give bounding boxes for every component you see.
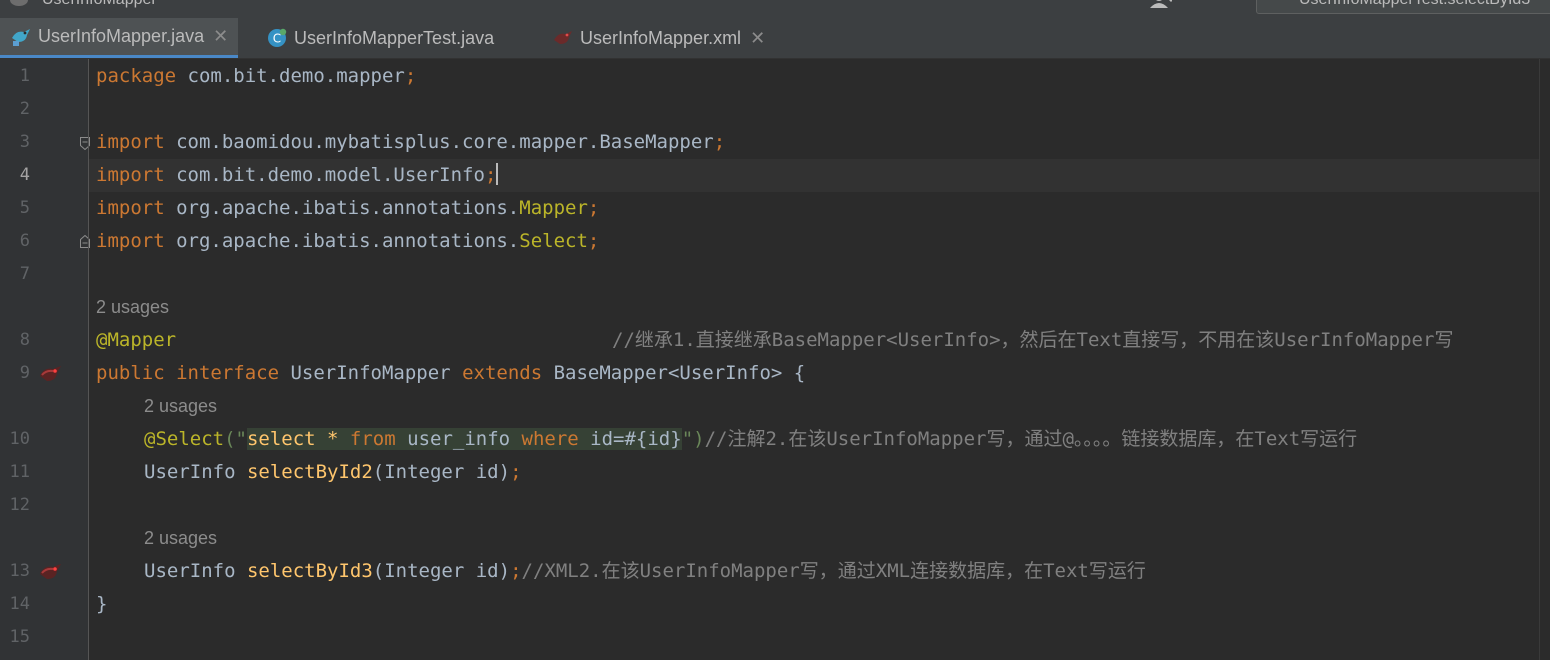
keyword: import [96, 230, 165, 252]
tab-usermapper-java[interactable]: UserInfoMapper.java ✕ [0, 18, 239, 58]
text-caret [496, 163, 499, 185]
line-number: 4 [19, 165, 30, 185]
line-number: 5 [19, 198, 30, 218]
usages-hint[interactable]: 2 usages [96, 291, 169, 324]
sql-keyword: select * [246, 428, 350, 450]
code-line-6[interactable]: import org.apache.ibatis.annotations.Sel… [96, 225, 599, 258]
code-comment: //注解2.在该UserInfoMapper写，通过@。。。。链接数据库，在Te… [704, 428, 1358, 450]
mybatis-java-icon [12, 28, 30, 46]
usages-hint[interactable]: 2 usages [144, 522, 217, 555]
line-number: 1 [19, 66, 30, 86]
return-type: UserInfo [144, 461, 247, 483]
build-hammer-icon[interactable] [1222, 0, 1236, 8]
mybatis-xml-icon [554, 31, 572, 44]
code-line-14[interactable]: } [96, 588, 107, 621]
project-breadcrumb[interactable]: UserInfoMapper [42, 0, 157, 9]
usages-hint[interactable]: 2 usages [144, 390, 217, 423]
string-literal: (" [224, 428, 247, 450]
line-number: 9 [19, 363, 30, 383]
user-account-icon[interactable] [1150, 0, 1172, 8]
semicolon: ; [713, 131, 726, 153]
keyword: public interface [96, 362, 280, 384]
closing-brace: } [96, 593, 108, 615]
run-configuration-label: UserInfoMapperTest.selectById3 [1299, 0, 1530, 9]
svg-text:C: C [273, 32, 281, 46]
line-number: 12 [9, 495, 30, 515]
tab-usermappertest-java[interactable]: C UserInfoMapperTest.java [266, 18, 494, 58]
code-comment: //XML2.在该UserInfoMapper写，通过XML连接数据库，在Tex… [521, 560, 1146, 582]
sql-table: user_info [395, 428, 522, 450]
code-comment: //继承1.直接继承BaseMapper<UserInfo>，然后在Text直接… [612, 329, 1454, 351]
editor-tab-bar: UserInfoMapper.java ✕ C UserInfoMapperTe… [0, 18, 1550, 59]
interface-name: UserInfoMapper [279, 362, 463, 384]
mybatis-bird-icon [10, 0, 28, 6]
method-params: (Integer id) [372, 560, 511, 582]
code-line-3[interactable]: import com.baomidou.mybatisplus.core.map… [96, 126, 725, 159]
import-path: com.baomidou.mybatisplus.core.mapper.Bas… [164, 131, 714, 153]
semicolon: ; [484, 164, 497, 186]
method-params: (Integer id) [372, 461, 511, 483]
line-number: 13 [9, 561, 30, 581]
semicolon: ; [587, 230, 600, 252]
line-number: 2 [19, 99, 30, 119]
editor-gutter: 1 2 3 4 5 6 7 8 9 10 11 12 13 14 15 [0, 59, 90, 660]
keyword: package [96, 65, 177, 87]
semicolon: ; [510, 560, 522, 582]
import-path: org.apache.ibatis.annotations. [164, 197, 520, 219]
line-number: 14 [9, 594, 30, 614]
line-number: 15 [9, 627, 30, 647]
annotation: @Select [144, 428, 225, 450]
keyword: extends [462, 362, 543, 384]
mybatis-navigate-icon[interactable] [38, 363, 64, 385]
sql-injection: select * from user_info where id=#{id} [246, 428, 682, 450]
keyword: import [96, 131, 165, 153]
tab-label: UserInfoMapper.java [38, 26, 205, 46]
import-path: com.bit.demo.model.UserInfo [164, 164, 485, 186]
keyword: import [96, 197, 165, 219]
string-literal: ") [681, 428, 705, 450]
close-icon[interactable]: ✕ [750, 28, 765, 49]
semicolon: ; [404, 65, 417, 87]
window-toolbar: UserInfoMapper UserInfoMapperTest.select… [0, 0, 1550, 18]
annotation: @Mapper [96, 329, 177, 351]
tab-usermapper-xml[interactable]: UserInfoMapper.xml ✕ [552, 18, 765, 58]
code-line-5[interactable]: import org.apache.ibatis.annotations.Map… [96, 192, 599, 225]
code-line-9[interactable]: public interface UserInfoMapper extends … [96, 357, 805, 390]
annotation-class: Mapper [519, 197, 588, 219]
line-number: 6 [19, 231, 30, 251]
return-type: UserInfo [144, 560, 247, 582]
sql-keyword: where [521, 428, 579, 450]
close-icon[interactable]: ✕ [213, 26, 228, 47]
gutter-separator [88, 59, 89, 660]
line-number: 8 [19, 330, 30, 350]
method-name: selectById3 [246, 560, 373, 582]
semicolon: ; [510, 461, 522, 483]
code-line-1[interactable]: package com.bit.demo.mapper; [96, 60, 416, 93]
sql-keyword: from [349, 428, 396, 450]
tab-label: UserInfoMapperTest.java [294, 27, 495, 48]
run-configuration-selector[interactable]: UserInfoMapperTest.selectById3 [1256, 0, 1550, 14]
semicolon: ; [587, 197, 600, 219]
package-name: com.bit.demo.mapper [176, 65, 405, 87]
annotation-class: Select [519, 230, 588, 252]
code-line-4[interactable]: import com.bit.demo.model.UserInfo; [96, 159, 499, 192]
editor-scrollbar[interactable] [1539, 59, 1550, 660]
line-number: 7 [19, 264, 30, 284]
code-line-10[interactable]: @Select("select * from user_info where i… [144, 423, 1357, 456]
line-number: 3 [19, 132, 30, 152]
sql-condition: id=#{id} [578, 428, 682, 450]
line-number: 11 [9, 462, 30, 482]
extends-type: BaseMapper<UserInfo> { [542, 362, 806, 384]
code-line-13[interactable]: UserInfo selectById3(Integer id);//XML2.… [144, 555, 1146, 588]
code-line-11[interactable]: UserInfo selectById2(Integer id); [144, 456, 522, 489]
method-name: selectById2 [246, 461, 373, 483]
import-path: org.apache.ibatis.annotations. [164, 230, 520, 252]
mybatis-navigate-icon[interactable] [38, 561, 64, 583]
tab-label: UserInfoMapper.xml [580, 27, 742, 48]
java-test-class-icon: C [268, 28, 287, 47]
code-line-8[interactable]: @Mapper //继承1.直接继承BaseMapper<UserInfo>，然后… [96, 324, 1453, 357]
line-number: 10 [9, 429, 30, 449]
keyword: import [96, 164, 165, 186]
